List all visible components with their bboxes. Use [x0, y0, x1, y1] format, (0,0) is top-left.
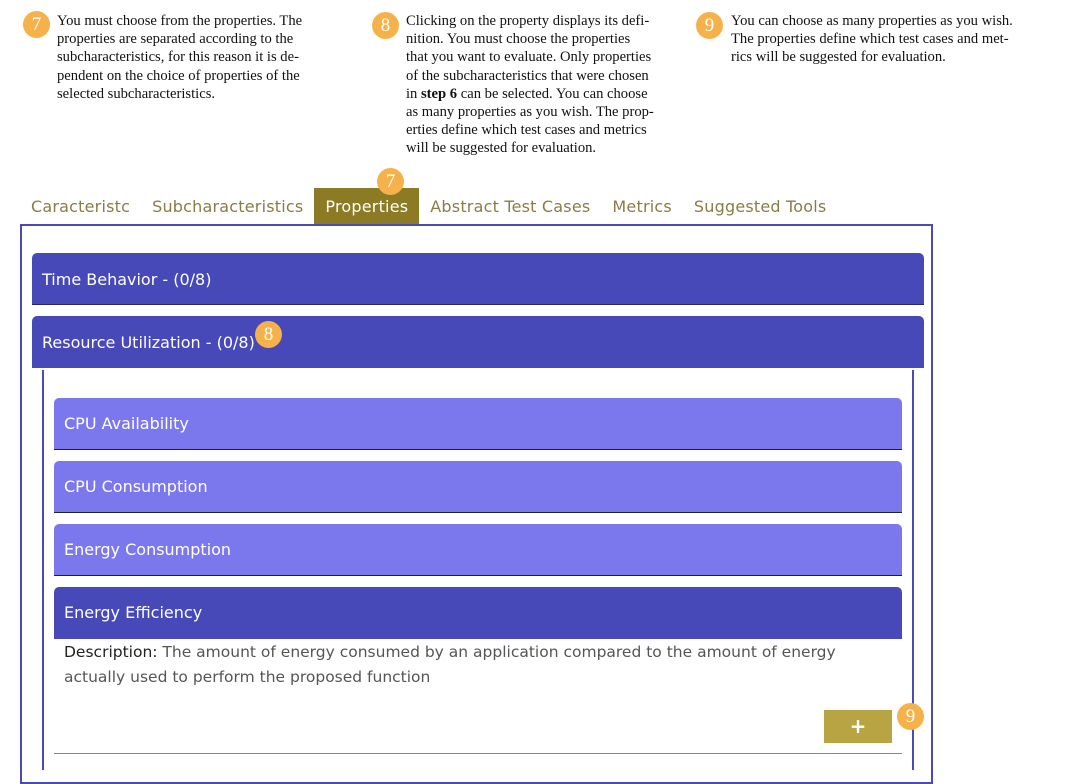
tab-metrics[interactable]: Metrics — [601, 188, 682, 224]
property-description: Description: The amount of energy consum… — [64, 643, 836, 686]
step-8-inline-badge: 8 — [255, 321, 282, 348]
note-step-7: You must choose from the properties. The… — [57, 13, 303, 102]
step-9-inline-badge: 9 — [897, 703, 924, 730]
note-step-8: Clicking on the property displays its de… — [406, 13, 654, 157]
tab-abstract-test-cases[interactable]: Abstract Test Cases — [419, 188, 601, 224]
subcharacteristic-resource-utilization[interactable]: Resource Utilization - (0/8) — [32, 316, 924, 368]
property-cpu-consumption[interactable]: CPU Consumption — [54, 461, 902, 513]
divider — [54, 753, 902, 754]
tab-properties[interactable]: Properties — [314, 188, 420, 224]
step-9-badge: 9 — [696, 12, 723, 39]
subcharacteristic-label: Resource Utilization - (0/8) — [42, 333, 255, 352]
tab-step-7-badge: 7 — [377, 168, 404, 195]
description-label: Description: — [64, 643, 158, 661]
property-energy-consumption[interactable]: Energy Consumption — [54, 524, 902, 576]
property-energy-efficiency[interactable]: Energy Efficiency — [54, 587, 902, 639]
step-7-badge: 7 — [23, 11, 50, 38]
tab-subcharacteristics[interactable]: Subcharacteristics — [141, 188, 314, 224]
tab-bar: Caracteristc Subcharacteristics Properti… — [20, 188, 837, 224]
property-cpu-availability[interactable]: CPU Availability — [54, 398, 902, 450]
tab-caracteristc[interactable]: Caracteristc — [20, 188, 141, 224]
add-property-button[interactable]: + — [824, 710, 892, 743]
tab-suggested-tools[interactable]: Suggested Tools — [683, 188, 838, 224]
step-8-badge: 8 — [372, 12, 399, 39]
note-step-9: You can choose as many properties as you… — [731, 13, 1013, 66]
subcharacteristic-time-behavior[interactable]: Time Behavior - (0/8) — [32, 253, 924, 305]
